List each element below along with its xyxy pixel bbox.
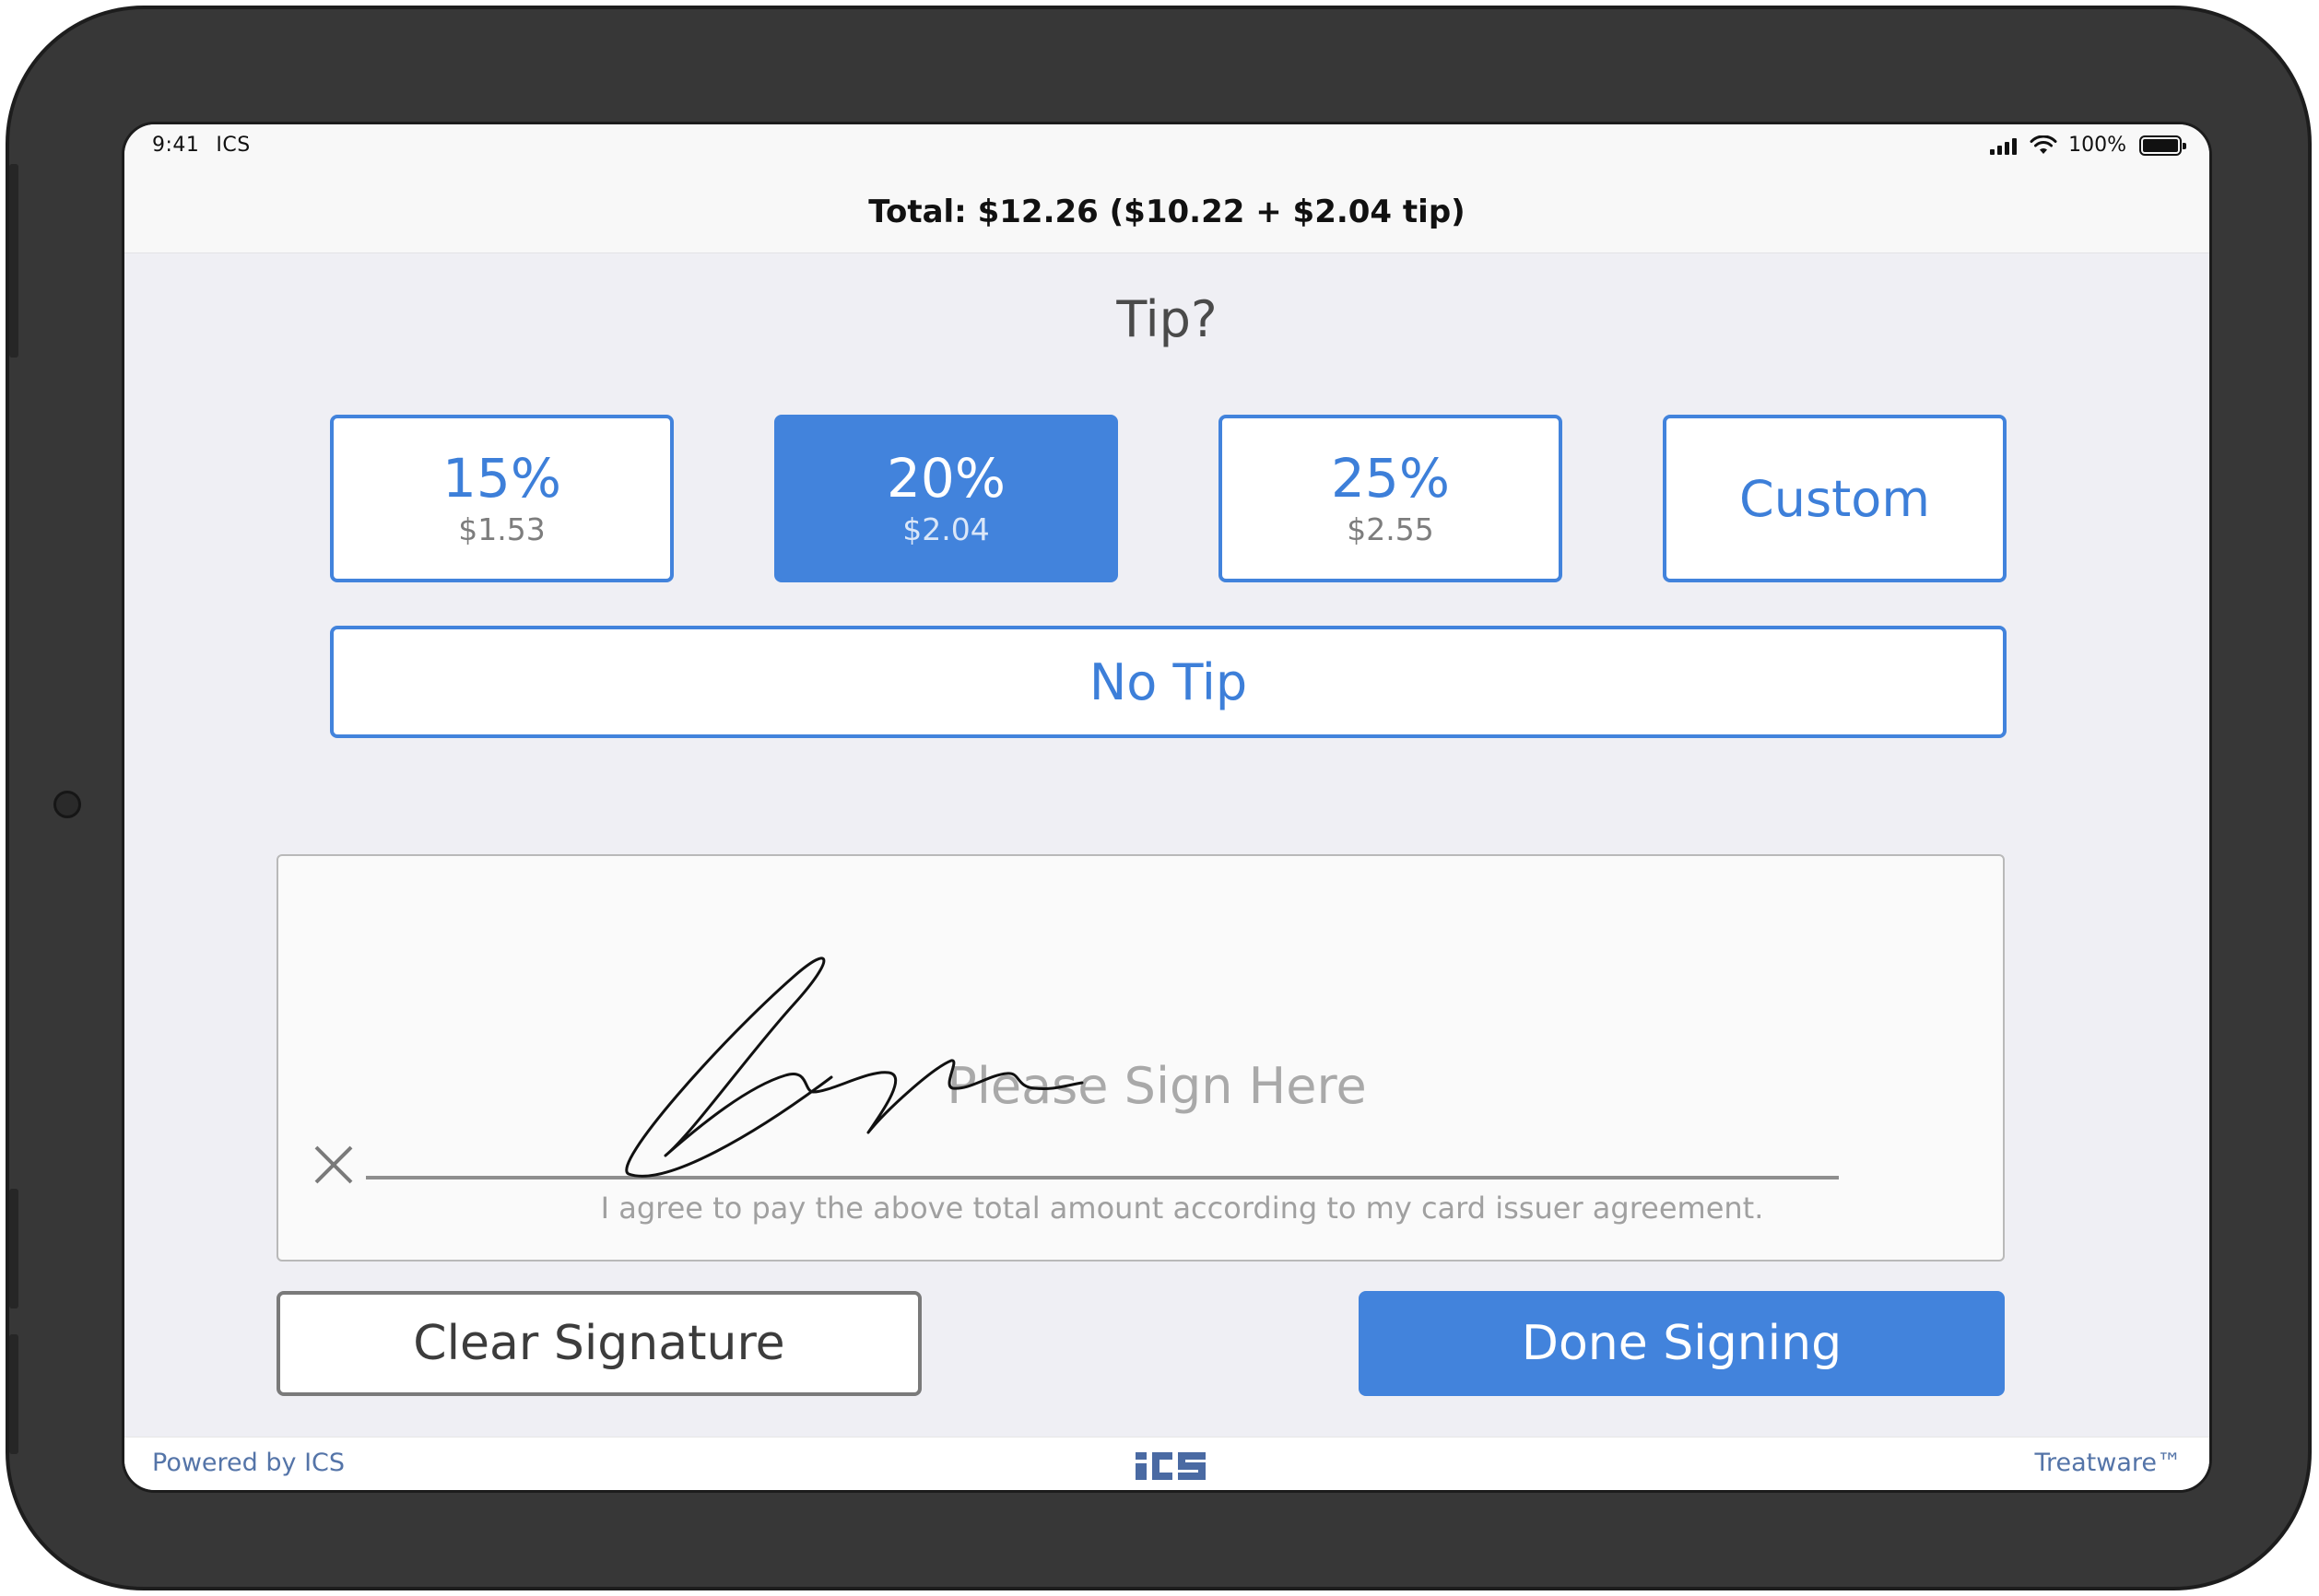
custom-tip-label: Custom bbox=[1739, 469, 1930, 528]
ics-logo-icon bbox=[1136, 1452, 1206, 1480]
total-text: Total: $12.26 ($10.22 + $2.04 tip) bbox=[868, 193, 1466, 230]
device-frame: 9:41 ICS 100% Total: $12.26 ($10.22 + $2… bbox=[6, 6, 2312, 1590]
camera-icon bbox=[53, 791, 81, 818]
clear-signature-button[interactable]: Clear Signature bbox=[277, 1291, 922, 1396]
no-tip-button[interactable]: No Tip bbox=[330, 626, 2007, 738]
clear-signature-label: Clear Signature bbox=[413, 1316, 785, 1371]
tip-option-20[interactable]: 20% $2.04 bbox=[774, 415, 1118, 582]
status-carrier: ICS bbox=[216, 134, 251, 157]
battery-percentage: 100% bbox=[2068, 134, 2126, 157]
volume-down-button bbox=[9, 1334, 18, 1454]
status-bar: 9:41 ICS 100% bbox=[124, 124, 2209, 170]
done-signing-label: Done Signing bbox=[1521, 1316, 1842, 1371]
screen: 9:41 ICS 100% Total: $12.26 ($10.22 + $2… bbox=[122, 122, 2212, 1493]
agreement-text: I agree to pay the above total amount ac… bbox=[600, 1191, 1764, 1226]
total-header: Total: $12.26 ($10.22 + $2.04 tip) bbox=[124, 170, 2209, 253]
no-tip-label: No Tip bbox=[1089, 652, 1248, 711]
volume-up-button bbox=[9, 1189, 18, 1308]
footer: Powered by ICS Treatware™ bbox=[124, 1437, 2209, 1490]
tip-option-15[interactable]: 15% $1.53 bbox=[330, 415, 674, 582]
tip-option-custom[interactable]: Custom bbox=[1663, 415, 2007, 582]
brand-text: Treatware™ bbox=[2034, 1449, 2182, 1477]
tip-title: Tip? bbox=[1116, 290, 1218, 348]
tip-amount: $2.04 bbox=[902, 511, 990, 548]
status-time: 9:41 bbox=[152, 134, 200, 157]
tip-percent: 25% bbox=[1331, 446, 1450, 510]
battery-fill bbox=[2143, 138, 2178, 152]
powered-by-text: Powered by ICS bbox=[152, 1449, 346, 1477]
tip-percent: 20% bbox=[887, 446, 1006, 510]
status-left: 9:41 ICS bbox=[152, 134, 251, 157]
cellular-signal-icon bbox=[1990, 136, 2018, 155]
tip-option-25[interactable]: 25% $2.55 bbox=[1218, 415, 1562, 582]
battery-icon bbox=[2139, 135, 2186, 156]
tip-amount: $1.53 bbox=[458, 511, 546, 548]
status-right: 100% bbox=[1990, 134, 2186, 157]
signature-pad[interactable]: Please Sign Here I agree to pay the abov… bbox=[277, 854, 2005, 1262]
done-signing-button[interactable]: Done Signing bbox=[1359, 1291, 2005, 1396]
side-button bbox=[9, 164, 18, 358]
battery-nub bbox=[2183, 142, 2186, 149]
wifi-icon bbox=[2030, 135, 2057, 154]
tip-percent: 15% bbox=[442, 446, 561, 510]
tip-amount: $2.55 bbox=[1347, 511, 1434, 548]
